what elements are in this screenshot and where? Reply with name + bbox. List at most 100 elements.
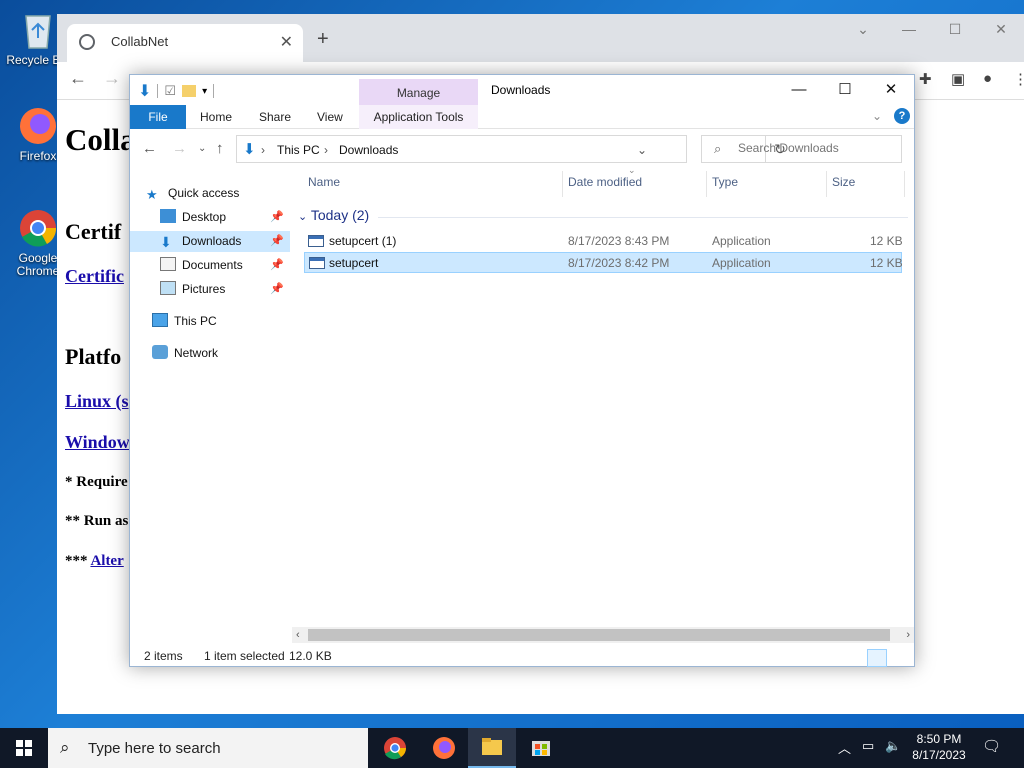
scrollbar-thumb[interactable] — [308, 629, 890, 641]
expand-ribbon-icon[interactable]: ⌄ — [872, 109, 882, 123]
maximize-button[interactable]: ☐ — [932, 14, 978, 46]
maximize-button[interactable]: ☐ — [822, 75, 868, 105]
new-tab-button[interactable]: + — [317, 28, 329, 51]
customize-qat-icon[interactable]: ▾ — [202, 86, 207, 97]
nav-network[interactable]: Network — [152, 343, 290, 364]
horizontal-scrollbar[interactable]: ‹ › — [292, 627, 914, 643]
breadcrumb-separator-icon[interactable]: › — [261, 143, 265, 157]
notifications-icon[interactable]: 🗨 — [982, 737, 1001, 768]
up-arrow-icon[interactable]: ↑ — [216, 140, 224, 157]
file-size: 12 KB — [870, 234, 903, 248]
tab-home[interactable]: Home — [200, 105, 232, 129]
note-prefix: *** — [65, 553, 91, 569]
scroll-right-icon[interactable]: › — [906, 627, 910, 643]
column-type[interactable]: Type — [712, 175, 738, 189]
file-row-selected[interactable]: setupcert 8/17/2023 8:42 PM Application … — [304, 252, 903, 273]
sidepanel-icon[interactable]: ▣ — [951, 70, 965, 88]
browser-tab[interactable]: CollabNet ✕ — [67, 24, 303, 62]
minimize-button[interactable]: — — [776, 75, 822, 105]
taskbar-chrome[interactable] — [371, 728, 419, 768]
nav-documents[interactable]: Documents 📌 — [160, 255, 290, 276]
network-icon — [152, 345, 168, 359]
windows-link[interactable]: Window — [65, 432, 130, 453]
search-box[interactable]: ⌕ — [701, 135, 902, 163]
search-input[interactable] — [738, 141, 898, 155]
alternate-link[interactable]: Alter — [90, 553, 123, 569]
large-icons-view-icon[interactable] — [890, 649, 910, 667]
tab-share[interactable]: Share — [259, 105, 291, 129]
close-button[interactable]: ✕ — [868, 75, 914, 105]
explorer-titlebar: ⬇ ☑ ▾ Manage Downloads — ☐ ✕ — [130, 75, 914, 105]
globe-icon — [79, 34, 95, 50]
linux-link[interactable]: Linux (s — [65, 391, 129, 412]
browser-tab-title: CollabNet — [111, 34, 169, 49]
recycle-bin-icon — [16, 8, 60, 52]
nav-label: Pictures — [182, 282, 226, 296]
windows-logo-icon — [16, 740, 32, 756]
close-tab-icon[interactable]: ✕ — [280, 32, 293, 52]
breadcrumb-separator-icon[interactable]: › — [324, 143, 328, 157]
taskbar-store[interactable] — [517, 728, 565, 768]
start-button[interactable] — [0, 728, 48, 768]
tab-search-icon[interactable]: ⌄ — [840, 14, 886, 46]
folder-icon — [482, 738, 502, 755]
tab-view[interactable]: View — [317, 105, 343, 129]
nav-pictures[interactable]: Pictures 📌 — [160, 279, 290, 300]
forward-arrow-icon[interactable]: → — [103, 68, 121, 89]
download-folder-icon: ⬇ — [138, 83, 152, 100]
taskbar-file-explorer[interactable] — [468, 728, 516, 768]
pin-icon[interactable]: 📌 — [270, 255, 284, 276]
taskbar-search-placeholder: Type here to search — [88, 740, 221, 757]
network-icon[interactable]: ▭ — [862, 738, 874, 768]
tab-file[interactable]: File — [130, 105, 186, 129]
group-header[interactable]: ⌄ Today (2) — [298, 207, 369, 223]
help-icon[interactable]: ? — [894, 108, 910, 124]
menu-icon[interactable]: ⋮ — [1013, 70, 1024, 88]
minimize-button[interactable]: — — [886, 14, 932, 46]
details-view-icon[interactable] — [867, 649, 887, 667]
certificate-heading: Certif — [65, 219, 122, 244]
recent-locations-icon[interactable]: ⌄ — [198, 143, 206, 154]
profile-icon[interactable]: ● — [983, 70, 992, 87]
file-row[interactable]: setupcert (1) 8/17/2023 8:43 PM Applicat… — [304, 231, 903, 252]
file-size: 12 KB — [870, 256, 903, 270]
nav-downloads[interactable]: ⬇ Downloads 📌 — [130, 231, 290, 252]
tab-application-tools[interactable]: Application Tools — [359, 105, 478, 129]
desktop-icon — [160, 209, 176, 223]
back-arrow-icon[interactable]: ← — [142, 140, 157, 157]
close-window-button[interactable]: ✕ — [978, 14, 1024, 46]
breadcrumb-downloads[interactable]: Downloads — [339, 143, 398, 157]
taskbar-firefox[interactable] — [420, 728, 468, 768]
scroll-left-icon[interactable]: ‹ — [296, 627, 300, 643]
pin-icon[interactable]: 📌 — [270, 279, 284, 300]
downloads-icon: ⬇ — [160, 234, 172, 250]
address-dropdown-icon[interactable]: ⌄ — [637, 143, 647, 157]
column-date-modified[interactable]: Date modified — [568, 175, 642, 189]
nav-desktop[interactable]: Desktop 📌 — [160, 207, 290, 228]
manage-contextual-tab[interactable]: Manage — [359, 79, 478, 105]
sort-indicator-icon: ⌄ — [628, 165, 636, 175]
pin-icon[interactable]: 📌 — [270, 207, 284, 228]
taskbar-search[interactable]: ⌕ Type here to search — [48, 728, 368, 768]
new-folder-icon[interactable] — [182, 85, 197, 97]
show-hidden-icons-icon[interactable]: ︿ — [838, 738, 851, 768]
back-arrow-icon[interactable]: ← — [69, 68, 87, 89]
clock[interactable]: 8:50 PM 8/17/2023 — [898, 731, 980, 763]
column-name[interactable]: Name — [308, 175, 340, 189]
pin-icon[interactable]: 📌 — [270, 231, 284, 252]
properties-icon[interactable]: ☑ — [164, 83, 176, 99]
certificate-link[interactable]: Certific — [65, 266, 124, 287]
file-name: setupcert (1) — [329, 234, 397, 248]
status-selected: 1 item selected — [204, 649, 285, 663]
documents-icon — [160, 257, 176, 271]
nav-quick-access[interactable]: ★ Quick access — [146, 183, 286, 204]
clock-date: 8/17/2023 — [912, 748, 966, 762]
nav-this-pc[interactable]: This PC — [152, 311, 290, 332]
breadcrumb-this-pc[interactable]: This PC — [277, 143, 320, 157]
extensions-icon[interactable]: ✚ — [919, 70, 932, 88]
forward-arrow-icon[interactable]: → — [172, 140, 187, 157]
status-item-count: 2 items — [144, 649, 183, 663]
column-size[interactable]: Size — [832, 175, 855, 189]
clock-time: 8:50 PM — [916, 732, 962, 746]
address-bar[interactable]: ⬇ › This PC › Downloads ⌄ ↻ — [236, 135, 786, 163]
